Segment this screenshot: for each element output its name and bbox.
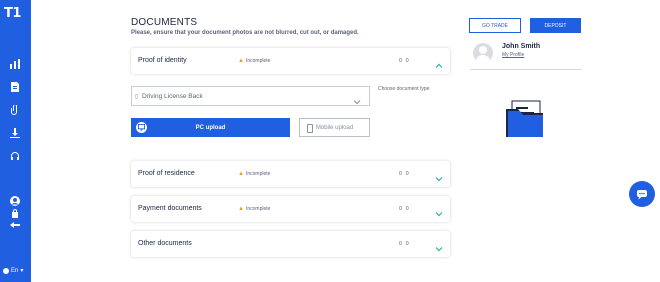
chevron-down-icon bbox=[353, 93, 361, 105]
status-text: Incomplete bbox=[245, 58, 271, 64]
profile-card: John Smith My Profile bbox=[470, 40, 582, 70]
document-count: 0 0 bbox=[399, 241, 410, 247]
deposit-button[interactable]: DEPOSIT bbox=[530, 18, 581, 33]
status-badge: ▲ Incomplete bbox=[238, 206, 270, 212]
card-proof-of-residence[interactable]: Proof of residence ▲ Incomplete 0 0 bbox=[131, 161, 450, 187]
language-selector[interactable]: En ▾ bbox=[3, 267, 23, 274]
card-title: Payment documents bbox=[138, 205, 202, 212]
warning-icon: ▲ bbox=[238, 171, 244, 177]
card-title: Other documents bbox=[138, 240, 192, 247]
mobile-upload-button[interactable]: Mobile upload bbox=[299, 118, 370, 137]
document-count: 0 0 bbox=[399, 58, 410, 64]
warning-icon: ▲ bbox=[238, 206, 244, 212]
page-subtitle: Please, ensure that your document photos… bbox=[131, 30, 359, 36]
document-type-label: Choose document type bbox=[378, 86, 430, 92]
file-icon: ▯ bbox=[135, 94, 139, 100]
chevron-down-icon[interactable] bbox=[435, 240, 443, 252]
mobile-icon bbox=[307, 124, 313, 133]
download-icon[interactable] bbox=[9, 127, 21, 139]
folder-illustration bbox=[505, 99, 545, 137]
chat-button[interactable] bbox=[629, 181, 655, 207]
attachment-icon[interactable] bbox=[9, 104, 21, 116]
go-trade-button[interactable]: GO TRADE bbox=[469, 18, 521, 33]
mobile-upload-label: Mobile upload bbox=[315, 124, 354, 131]
card-title: Proof of identity bbox=[138, 57, 187, 64]
globe-icon bbox=[3, 267, 9, 274]
document-count: 0 0 bbox=[399, 206, 410, 212]
logo[interactable]: T1 bbox=[4, 6, 21, 21]
chart-icon[interactable] bbox=[9, 58, 21, 70]
monitor-icon bbox=[136, 122, 147, 133]
language-label: En bbox=[11, 267, 19, 274]
document-count: 0 0 bbox=[399, 171, 410, 177]
chevron-up-icon[interactable] bbox=[435, 57, 443, 68]
headphones-icon[interactable] bbox=[9, 150, 21, 162]
card-other-documents[interactable]: Other documents 0 0 bbox=[131, 231, 450, 257]
warning-icon: ▲ bbox=[238, 58, 244, 64]
status-text: Incomplete bbox=[245, 206, 271, 212]
page-title: DOCUMENTS bbox=[131, 17, 198, 28]
card-title: Proof of residence bbox=[138, 170, 195, 177]
card-payment-documents[interactable]: Payment documents ▲ Incomplete 0 0 bbox=[131, 196, 450, 222]
document-type-value: Driving License Back bbox=[142, 93, 203, 100]
status-text: Incomplete bbox=[245, 171, 271, 177]
status-badge: ▲ Incomplete bbox=[238, 171, 270, 177]
card-proof-of-identity[interactable]: Proof of identity ▲ Incomplete 0 0 bbox=[131, 48, 450, 74]
user-icon[interactable] bbox=[9, 195, 21, 207]
chevron-down-icon[interactable] bbox=[435, 205, 443, 217]
chat-icon bbox=[637, 190, 647, 200]
avatar[interactable] bbox=[473, 43, 493, 63]
document-type-select[interactable]: ▯ Driving License Back bbox=[131, 86, 370, 106]
logout-icon[interactable] bbox=[9, 219, 21, 231]
profile-name: John Smith bbox=[502, 43, 541, 50]
lock-icon[interactable] bbox=[9, 207, 21, 219]
pc-upload-label: PC upload bbox=[195, 124, 226, 131]
caret-down-icon: ▾ bbox=[20, 268, 24, 274]
status-badge: ▲ Incomplete bbox=[238, 58, 270, 64]
my-profile-link[interactable]: My Profile bbox=[502, 52, 524, 58]
document-icon[interactable] bbox=[9, 81, 21, 93]
chevron-down-icon[interactable] bbox=[435, 170, 443, 182]
sidebar: T1 En ▾ bbox=[0, 0, 31, 282]
pc-upload-button[interactable]: PC upload bbox=[131, 118, 290, 137]
